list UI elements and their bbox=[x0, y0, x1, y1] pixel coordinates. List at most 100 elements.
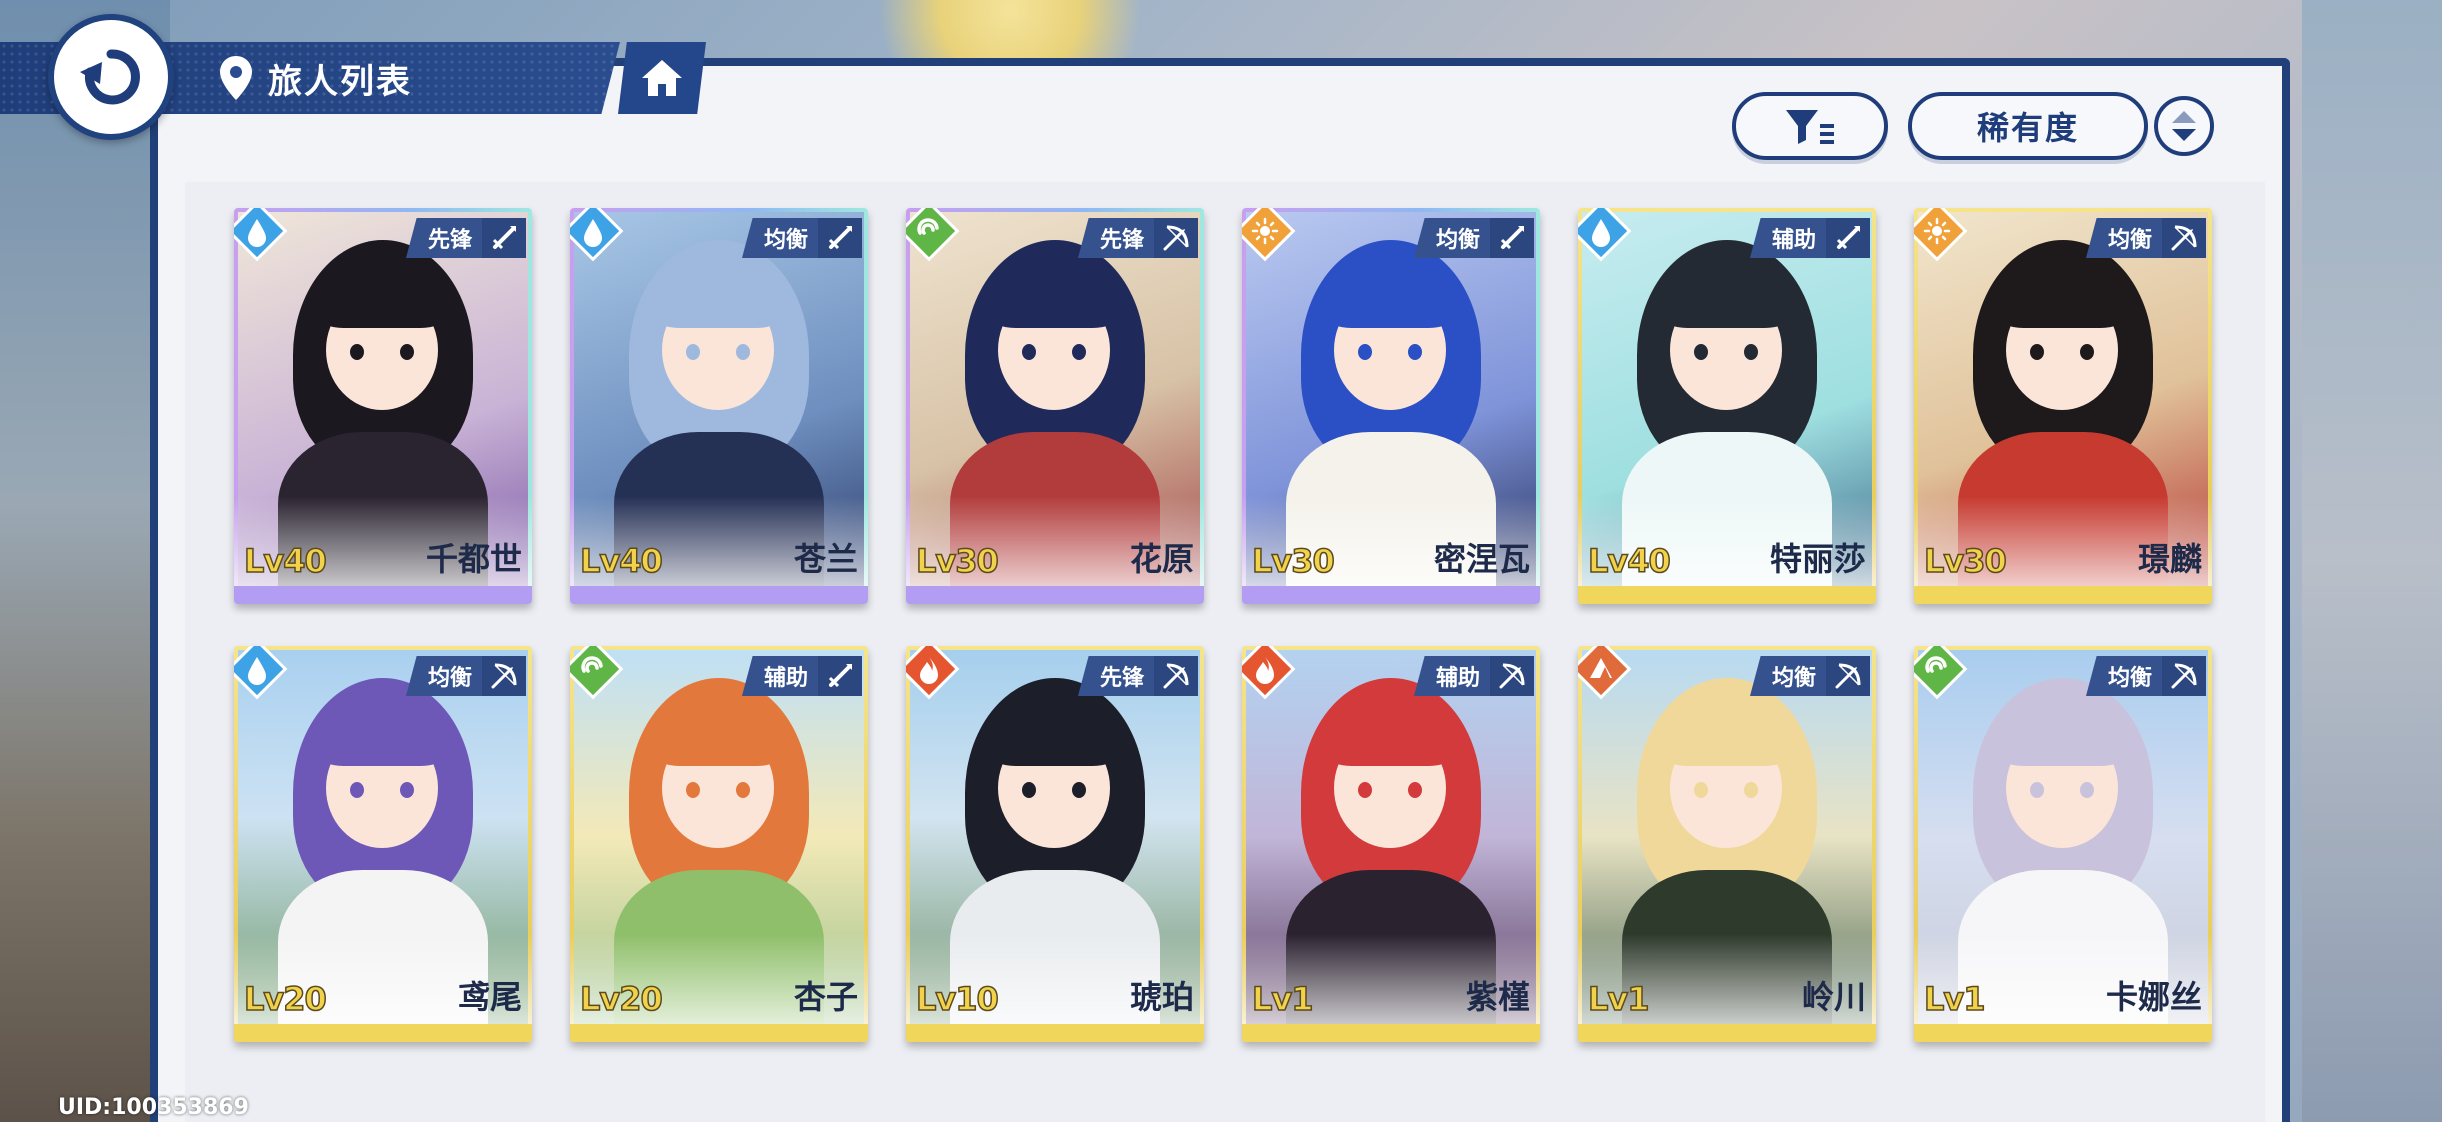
level-label: Lv1 bbox=[1251, 979, 1314, 1019]
traveler-card[interactable]: 辅助 Lv40 特丽莎 bbox=[1578, 208, 1876, 604]
bow-icon bbox=[1490, 656, 1534, 696]
light-element-icon bbox=[1914, 208, 1968, 262]
role-label: 辅助 bbox=[741, 656, 818, 696]
traveler-card[interactable]: 辅助 Lv1 紫槿 bbox=[1242, 646, 1540, 1042]
bow-icon bbox=[2162, 218, 2206, 258]
filter-button[interactable] bbox=[1732, 92, 1888, 160]
fire-element-icon bbox=[1242, 646, 1296, 700]
role-label: 先锋 bbox=[1077, 218, 1154, 258]
traveler-card[interactable]: 均衡 Lv40 苍兰 bbox=[570, 208, 868, 604]
sort-rarity-button[interactable]: 稀有度 bbox=[1908, 92, 2148, 160]
character-name: 琥珀 bbox=[1129, 978, 1194, 1016]
background-right bbox=[2302, 0, 2442, 1122]
water-element-icon bbox=[570, 208, 624, 262]
character-name: 杏子 bbox=[793, 978, 858, 1016]
role-tag: 均衡 bbox=[741, 218, 862, 258]
rarity-bar bbox=[1242, 586, 1540, 604]
level-label: Lv1 bbox=[1587, 979, 1650, 1019]
rarity-bar bbox=[234, 1024, 532, 1042]
wind-element-icon bbox=[906, 208, 960, 262]
sword-icon bbox=[1490, 218, 1534, 258]
rarity-bar bbox=[906, 1024, 1204, 1042]
role-label: 均衡 bbox=[1413, 218, 1490, 258]
sort-order-icon bbox=[2172, 111, 2196, 141]
traveler-card[interactable]: 先锋 Lv10 琥珀 bbox=[906, 646, 1204, 1042]
character-name: 千都世 bbox=[425, 540, 522, 578]
traveler-card[interactable]: 均衡 Lv1 卡娜丝 bbox=[1914, 646, 2212, 1042]
role-tag: 均衡 bbox=[2085, 656, 2206, 696]
bow-icon bbox=[2162, 656, 2206, 696]
wind-element-icon bbox=[570, 646, 624, 700]
wind-element-icon bbox=[1914, 646, 1968, 700]
role-label: 辅助 bbox=[1413, 656, 1490, 696]
rarity-bar bbox=[1578, 586, 1876, 604]
role-label: 均衡 bbox=[1749, 656, 1826, 696]
traveler-card[interactable]: 均衡 Lv1 岭川 bbox=[1578, 646, 1876, 1042]
role-label: 均衡 bbox=[2085, 218, 2162, 258]
traveler-card[interactable]: 先锋 Lv40 千都世 bbox=[234, 208, 532, 604]
character-name: 鸢尾 bbox=[457, 978, 522, 1016]
sort-order-toggle[interactable] bbox=[2154, 96, 2214, 156]
level-label: Lv40 bbox=[1587, 541, 1671, 581]
level-label: Lv10 bbox=[915, 979, 999, 1019]
bow-icon bbox=[1826, 656, 1870, 696]
role-label: 辅助 bbox=[1749, 218, 1826, 258]
level-label: Lv40 bbox=[243, 541, 327, 581]
rarity-bar bbox=[1914, 1024, 2212, 1042]
character-name: 卡娜丝 bbox=[2105, 978, 2202, 1016]
role-tag: 均衡 bbox=[1749, 656, 1870, 696]
rarity-bar bbox=[234, 586, 532, 604]
light-element-icon bbox=[1242, 208, 1296, 262]
role-label: 均衡 bbox=[405, 656, 482, 696]
role-label: 均衡 bbox=[2085, 656, 2162, 696]
traveler-card[interactable]: 均衡 Lv30 密涅瓦 bbox=[1242, 208, 1540, 604]
rarity-bar bbox=[570, 586, 868, 604]
bow-icon bbox=[1154, 218, 1198, 258]
filter-icon bbox=[1786, 110, 1834, 144]
traveler-card[interactable]: 均衡 Lv20 鸢尾 bbox=[234, 646, 532, 1042]
character-name: 岭川 bbox=[1801, 978, 1866, 1016]
rarity-bar bbox=[906, 586, 1204, 604]
level-label: Lv30 bbox=[1923, 541, 2007, 581]
role-tag: 均衡 bbox=[2085, 218, 2206, 258]
traveler-card[interactable]: 均衡 Lv30 璟麟 bbox=[1914, 208, 2212, 604]
fire-element-icon bbox=[906, 646, 960, 700]
character-name: 璟麟 bbox=[2137, 540, 2202, 578]
role-tag: 先锋 bbox=[1077, 218, 1198, 258]
character-name: 苍兰 bbox=[793, 540, 858, 578]
sword-icon bbox=[482, 218, 526, 258]
level-label: Lv20 bbox=[579, 979, 663, 1019]
role-label: 均衡 bbox=[741, 218, 818, 258]
background-left bbox=[0, 0, 170, 1122]
character-name: 密涅瓦 bbox=[1433, 540, 1530, 578]
rarity-bar bbox=[1242, 1024, 1540, 1042]
character-name: 紫槿 bbox=[1465, 978, 1530, 1016]
level-label: Lv30 bbox=[915, 541, 999, 581]
role-tag: 先锋 bbox=[405, 218, 526, 258]
home-icon bbox=[642, 60, 682, 96]
role-tag: 均衡 bbox=[405, 656, 526, 696]
traveler-card[interactable]: 辅助 Lv20 杏子 bbox=[570, 646, 868, 1042]
rarity-bar bbox=[570, 1024, 868, 1042]
water-element-icon bbox=[234, 646, 288, 700]
earth-element-icon bbox=[1578, 646, 1632, 700]
water-element-icon bbox=[234, 208, 288, 262]
character-name: 特丽莎 bbox=[1769, 540, 1866, 578]
location-pin-icon bbox=[220, 56, 252, 100]
back-button[interactable] bbox=[48, 14, 174, 140]
role-label: 先锋 bbox=[405, 218, 482, 258]
user-id: UID:100353869 bbox=[58, 1095, 249, 1120]
level-label: Lv40 bbox=[579, 541, 663, 581]
role-tag: 先锋 bbox=[1077, 656, 1198, 696]
role-tag: 辅助 bbox=[1749, 218, 1870, 258]
level-label: Lv20 bbox=[243, 979, 327, 1019]
level-label: Lv1 bbox=[1923, 979, 1986, 1019]
level-label: Lv30 bbox=[1251, 541, 1335, 581]
role-label: 先锋 bbox=[1077, 656, 1154, 696]
role-tag: 辅助 bbox=[741, 656, 862, 696]
sword-icon bbox=[818, 218, 862, 258]
page-title-group: 旅人列表 bbox=[218, 50, 412, 106]
traveler-card[interactable]: 先锋 Lv30 花原 bbox=[906, 208, 1204, 604]
page-title: 旅人列表 bbox=[268, 61, 412, 102]
home-button[interactable] bbox=[618, 42, 706, 114]
